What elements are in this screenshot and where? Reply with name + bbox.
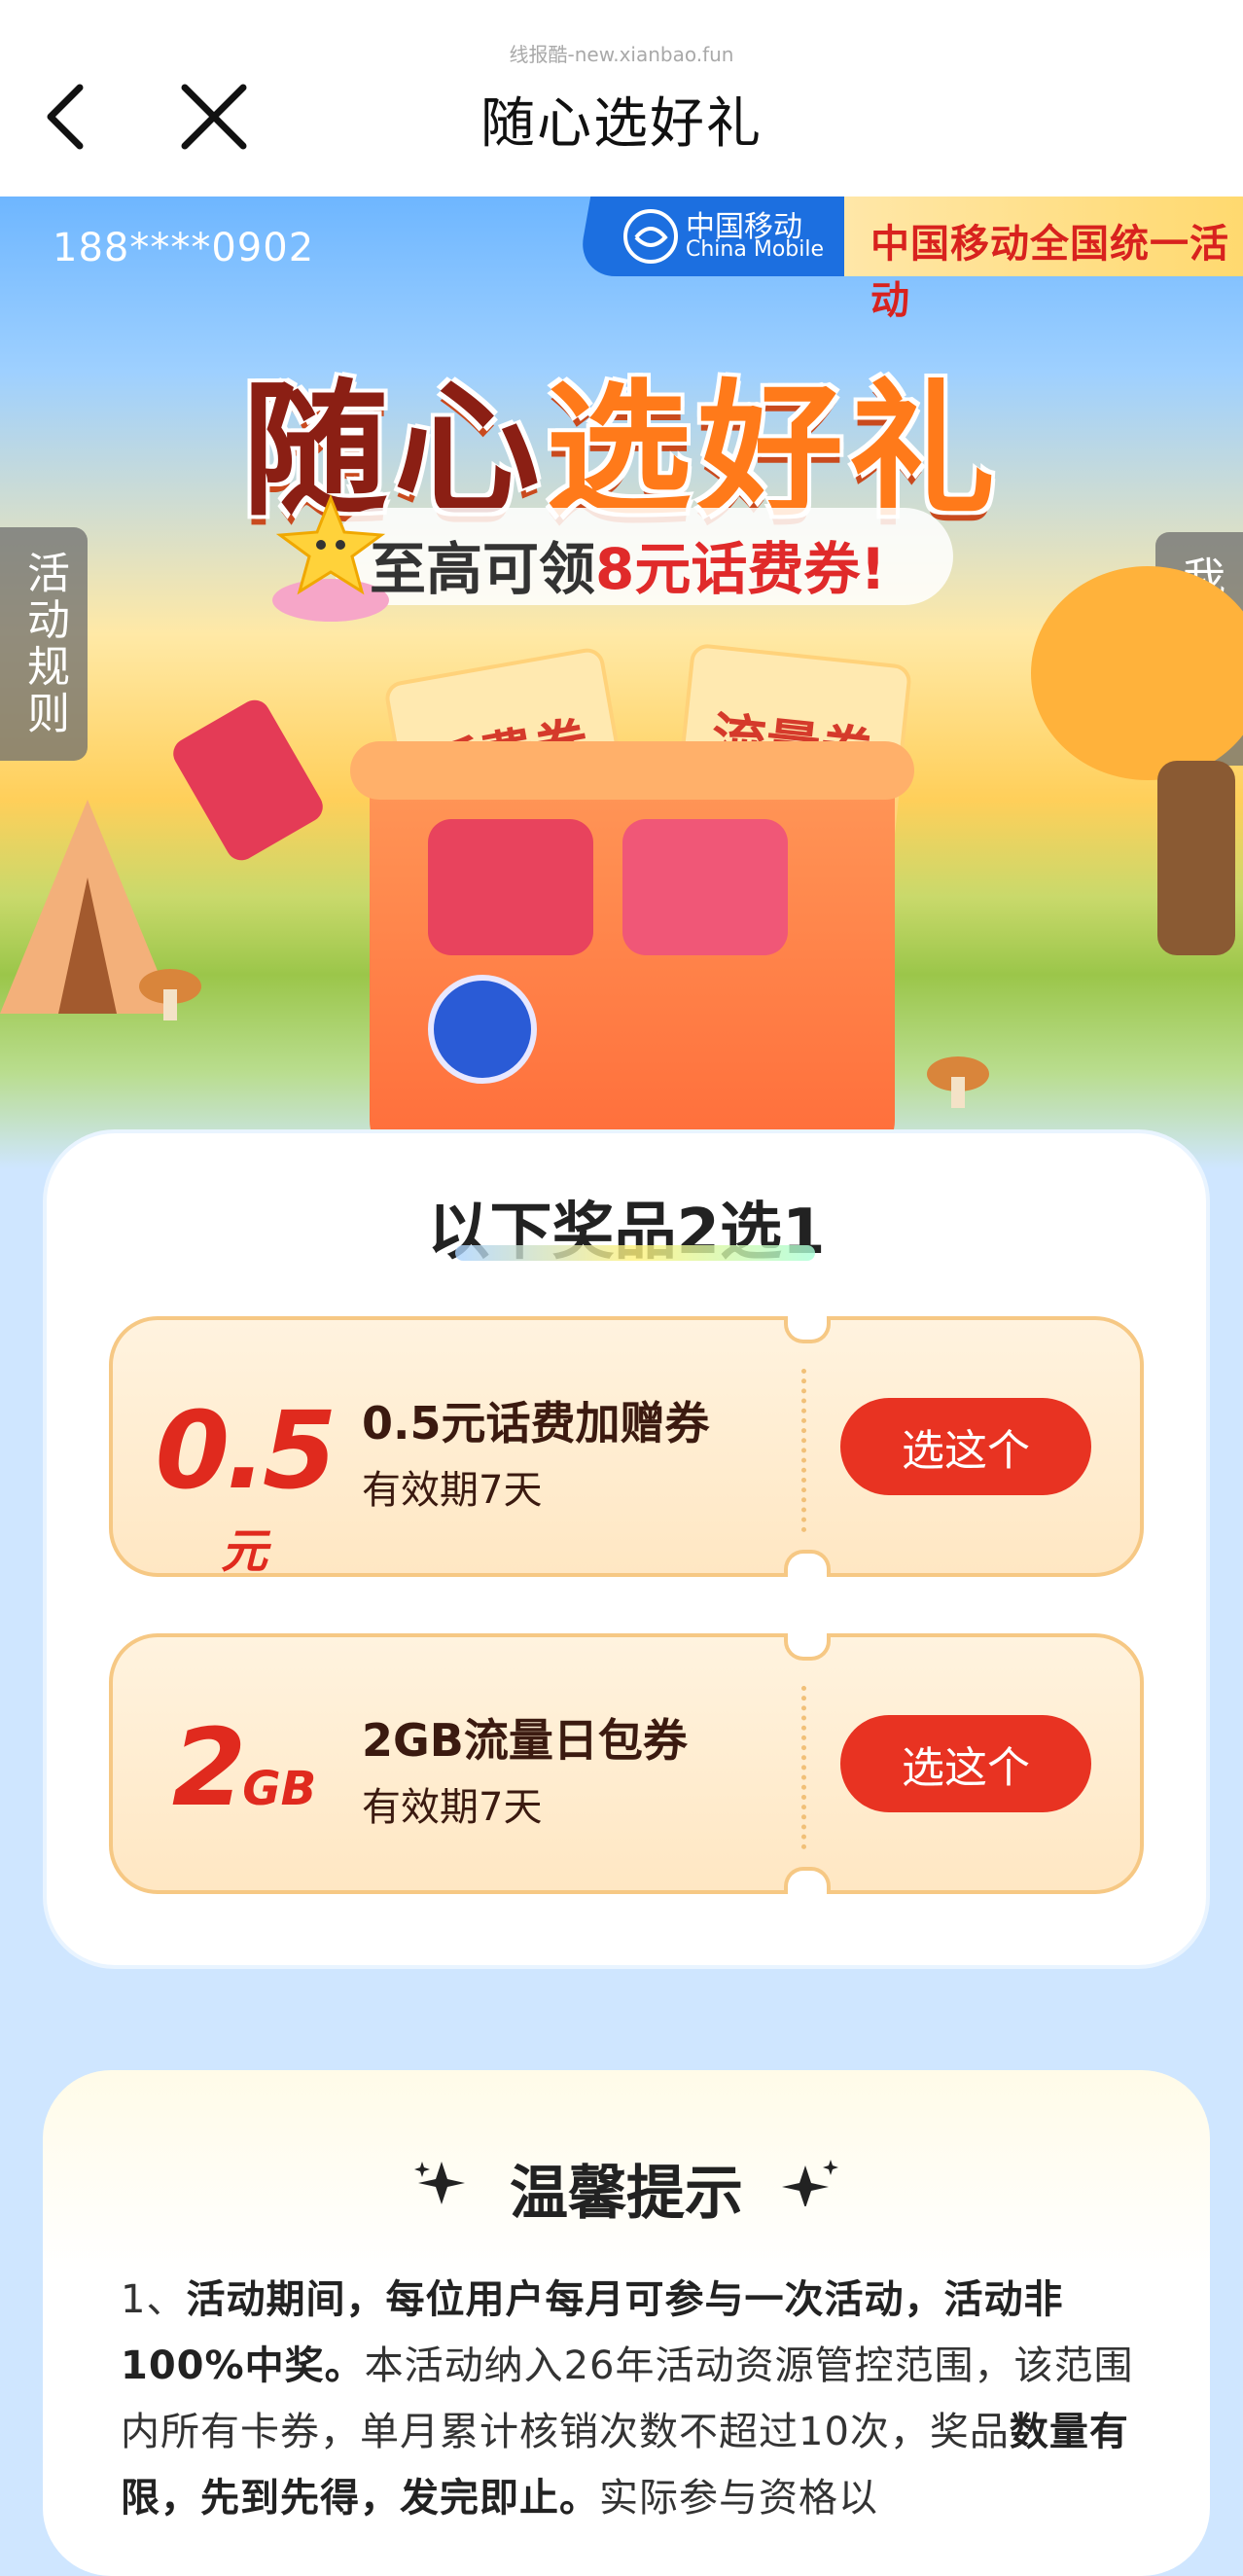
tips-heading: 温馨提示 bbox=[510, 2160, 743, 2228]
coupon-divider bbox=[801, 1369, 806, 1532]
gift-box-rim bbox=[350, 741, 914, 800]
coupon-amount: 2GB bbox=[132, 1705, 356, 1830]
tree-trunk bbox=[1157, 761, 1235, 955]
coupon-amount: 0.5 元 bbox=[132, 1388, 356, 1581]
phone-number: 188****0902 bbox=[53, 226, 315, 270]
choose-data-button[interactable]: 选这个 bbox=[840, 1715, 1091, 1812]
subtitle-text: 至高可领8元话费券! bbox=[370, 523, 886, 605]
coupon-notch bbox=[784, 1316, 831, 1343]
choose-phone-credit-button[interactable]: 选这个 bbox=[840, 1398, 1091, 1495]
tree-icon bbox=[1012, 566, 1243, 955]
coupon-data: 2GB 2GB流量日包券 有效期7天 选这个 bbox=[109, 1633, 1144, 1894]
coupon-amount-unit: 元 bbox=[220, 1524, 267, 1579]
tips-body: 1、活动期间，每位用户每月可参与一次活动，活动非100%中奖。本活动纳入26年活… bbox=[121, 2267, 1161, 2531]
tips-card: 温馨提示 1、活动期间，每位用户每月可参与一次活动，活动非100%中奖。本活动纳… bbox=[43, 2070, 1210, 2576]
mushroom-icon bbox=[139, 969, 201, 1020]
coupon-phone-credit: 0.5 元 0.5元话费加赠券 有效期7天 选这个 bbox=[109, 1316, 1144, 1579]
coupon-divider bbox=[801, 1686, 806, 1849]
china-mobile-badge-icon bbox=[428, 975, 537, 1084]
campaign-text: 中国移动全国统一活动 bbox=[870, 222, 1229, 323]
activity-rules-tab[interactable]: 活动规则 bbox=[0, 527, 88, 761]
hero-banner: 188****0902 中国移动 China Mobile 中国移动全国统一活动… bbox=[0, 197, 1243, 1169]
brand-name-en: China Mobile bbox=[686, 237, 825, 262]
coupon-amount-unit: GB bbox=[242, 1762, 317, 1816]
coupon-name: 0.5元话费加赠券 bbox=[362, 1397, 710, 1449]
red-packet-icon bbox=[622, 819, 788, 955]
page-title: 随心选好礼 bbox=[480, 92, 763, 156]
watermark-text: 线报酷-new.xianbao.fun bbox=[509, 43, 734, 66]
tree-crown bbox=[1031, 566, 1243, 780]
coupon-notch bbox=[784, 1633, 831, 1661]
coupon-notch bbox=[784, 1867, 831, 1894]
coupon-notch bbox=[784, 1550, 831, 1577]
tips-text-tail: 实际参与资格以 bbox=[599, 2476, 878, 2521]
coupon-validity: 有效期7天 bbox=[362, 1785, 543, 1830]
prize-card: 以下奖品2选1 0.5元 0.5元话费加赠券 有效期7天 选这个 2GB 2GB… bbox=[47, 1133, 1206, 1965]
coupon-amount-value: 2 bbox=[171, 1705, 247, 1830]
subtitle-prefix: 至高可领 bbox=[370, 536, 596, 602]
tips-line-prefix: 1、 bbox=[121, 2277, 187, 2322]
coupon-amount-value: 0.5 bbox=[155, 1388, 337, 1513]
top-navbar: 线报酷-new.xianbao.fun 随心选好礼 bbox=[0, 0, 1243, 197]
subtitle-highlight: 8元话费券! bbox=[595, 536, 886, 602]
sparkle-icon bbox=[782, 2160, 838, 2206]
coupon-name: 2GB流量日包券 bbox=[362, 1714, 688, 1767]
heading-underline bbox=[455, 1245, 815, 1261]
mushroom-icon bbox=[927, 1056, 989, 1108]
china-mobile-logo-icon bbox=[623, 209, 678, 264]
gift-bag-icon bbox=[428, 819, 593, 955]
coupon-validity: 有效期7天 bbox=[362, 1468, 543, 1513]
